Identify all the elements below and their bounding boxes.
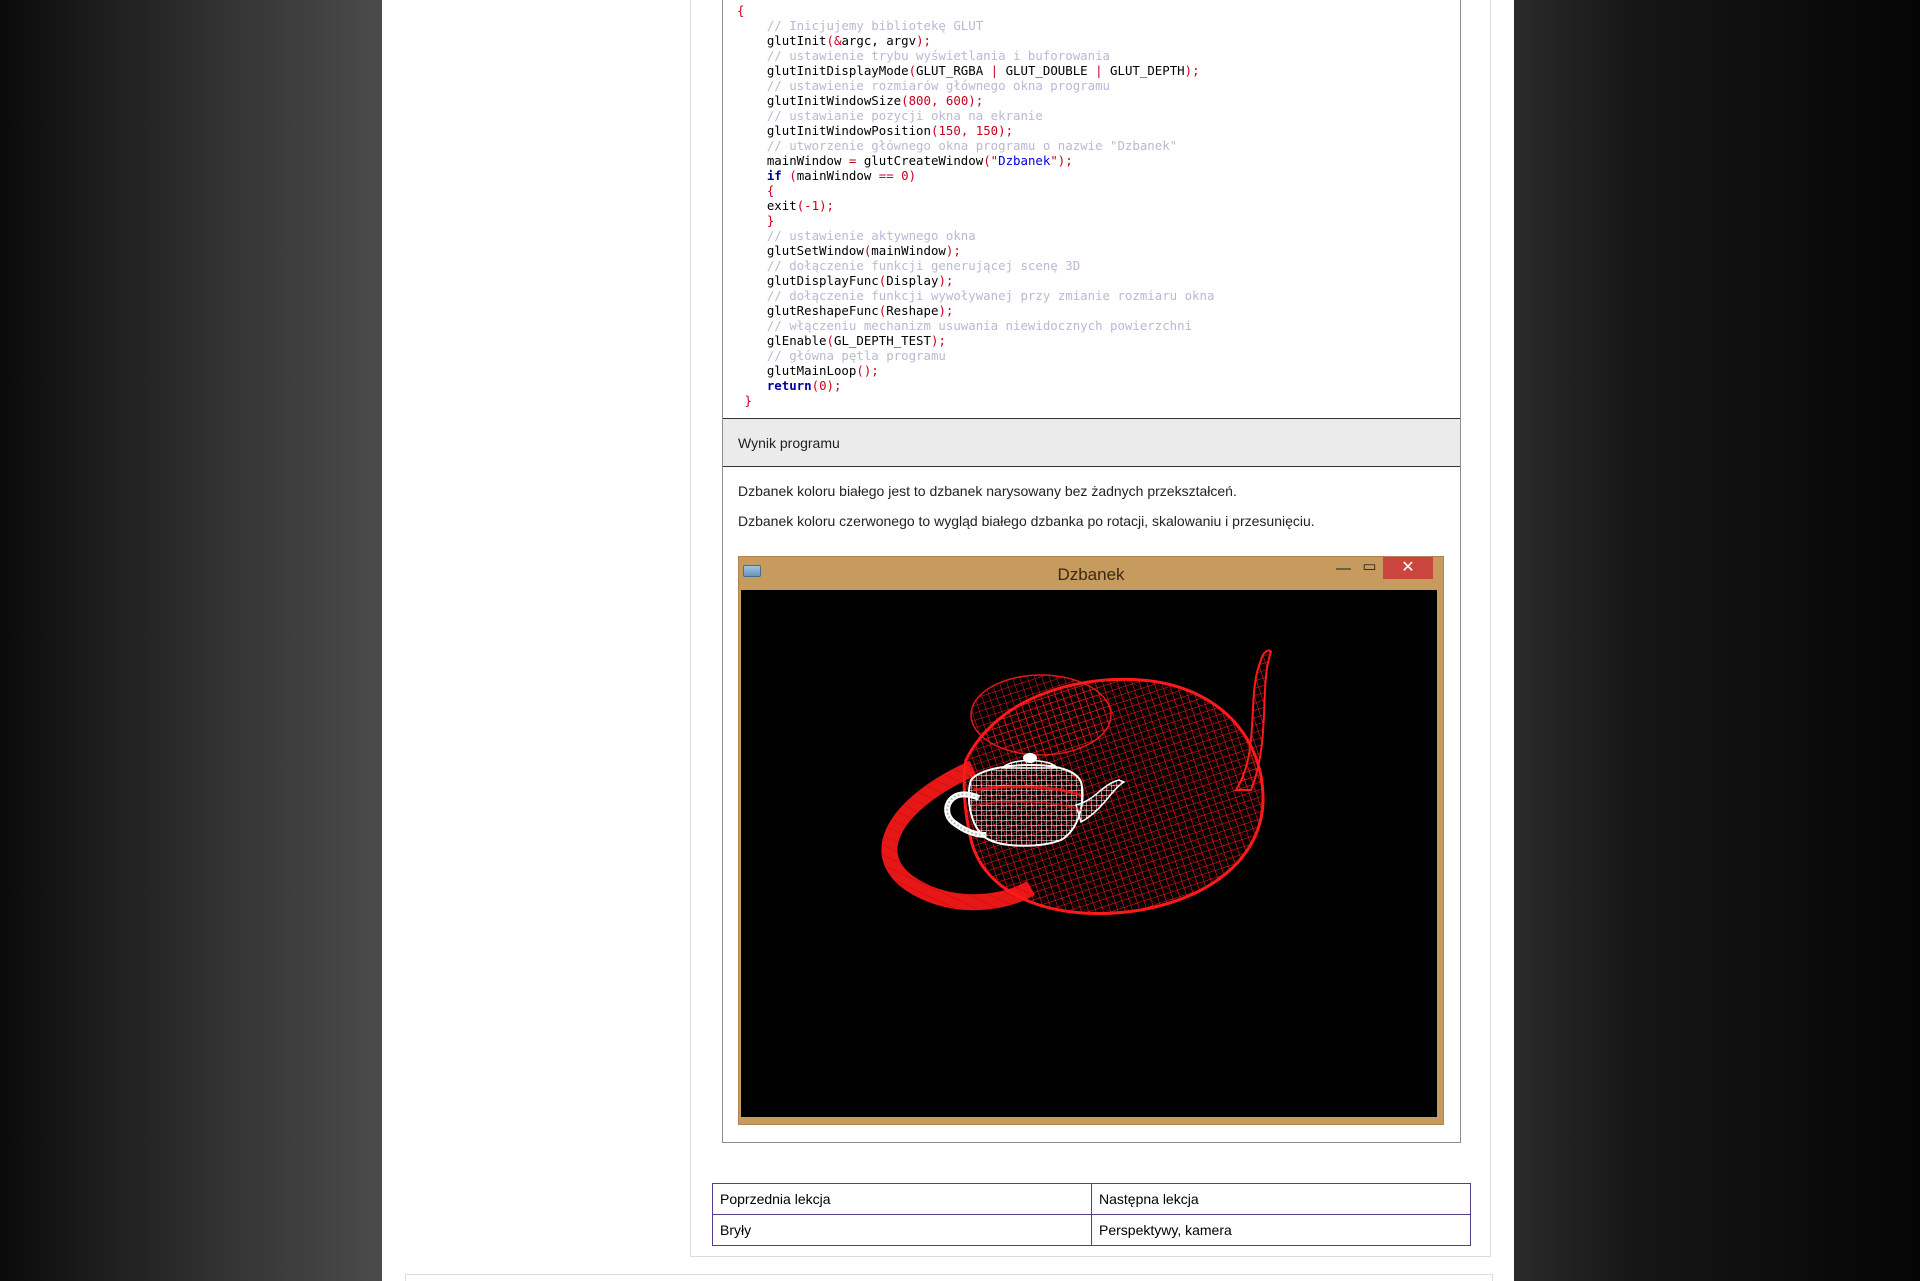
minimize-icon[interactable]: —: [1330, 559, 1357, 580]
glut-window-screenshot: Dzbanek — ▭ ✕: [738, 556, 1444, 1125]
close-button[interactable]: ✕: [1383, 557, 1433, 579]
code-line: return(0);: [766, 378, 842, 393]
maximize-icon[interactable]: ▭: [1356, 557, 1383, 578]
code-line: exit(-1);: [737, 198, 834, 213]
code-line: // ustawienie rozmiarów głównego okna pr…: [737, 78, 1110, 93]
code-line: mainWindow = glutCreateWindow("Dzbanek")…: [737, 153, 1073, 168]
footer-box: [405, 1274, 1493, 1281]
page-background-right: [1514, 0, 1920, 1281]
code-line: }: [737, 393, 752, 408]
code-line: // ustawianie pozycji okna na ekranie: [737, 108, 1043, 123]
prev-lesson-link[interactable]: Bryły: [712, 1214, 1092, 1246]
next-lesson-header: Następna lekcja: [1091, 1183, 1471, 1215]
code-line: {: [737, 3, 745, 18]
code-line: glutMainLoop();: [737, 363, 879, 378]
code-line: glutReshapeFunc(Reshape);: [737, 303, 954, 318]
code-line: // dołączenie funkcji wywoływanej przy z…: [737, 288, 1215, 303]
code-line: {: [737, 183, 775, 198]
code-line: // ustawienie aktywnego okna: [737, 228, 976, 243]
code-line: glutInitWindowSize(800, 600);: [737, 93, 984, 108]
code-line: }: [737, 213, 775, 228]
code-line: glutDisplayFunc(Display);: [737, 273, 954, 288]
teapot-render: [881, 649, 1273, 915]
page-background-left: [0, 0, 382, 1281]
result-paragraph-1: Dzbanek koloru białego jest to dzbanek n…: [738, 483, 1237, 499]
code-line: glutInit(&argc, argv);: [737, 33, 931, 48]
lesson-navigation: Poprzednia lekcja Następna lekcja Bryły …: [712, 1183, 1471, 1246]
code-line: // dołączenie funkcji generującej scenę …: [737, 258, 1081, 273]
code-listing: { // Inicjujemy bibliotekę GLUT glutInit…: [737, 3, 1437, 408]
lesson-code-box: { // Inicjujemy bibliotekę GLUT glutInit…: [722, 0, 1461, 1143]
code-line: glutInitWindowPosition(150, 150);: [737, 123, 1014, 138]
render-canvas: [741, 590, 1437, 1117]
code-line: // utworzenie głównego okna programu o n…: [737, 138, 1178, 153]
code-line: glutSetWindow(mainWindow);: [737, 243, 961, 258]
code-line: // Inicjujemy bibliotekę GLUT: [737, 18, 984, 33]
result-paragraph-2: Dzbanek koloru czerwonego to wygląd biał…: [738, 513, 1315, 529]
code-line: glEnable(GL_DEPTH_TEST);: [737, 333, 946, 348]
code-line: glutInitDisplayMode(GLUT_RGBA | GLUT_DOU…: [737, 63, 1200, 78]
prev-lesson-header: Poprzednia lekcja: [712, 1183, 1092, 1215]
code-line: // włączeniu mechanizm usuwania niewidoc…: [737, 318, 1193, 333]
code-line: // główna pętla programu: [737, 348, 946, 363]
next-lesson-link[interactable]: Perspektywy, kamera: [1091, 1214, 1471, 1246]
result-header: Wynik programu: [723, 418, 1460, 467]
code-line: // ustawienie trybu wyświetlania i bufor…: [737, 48, 1110, 63]
code-line: if (mainWindow == 0): [766, 168, 917, 183]
